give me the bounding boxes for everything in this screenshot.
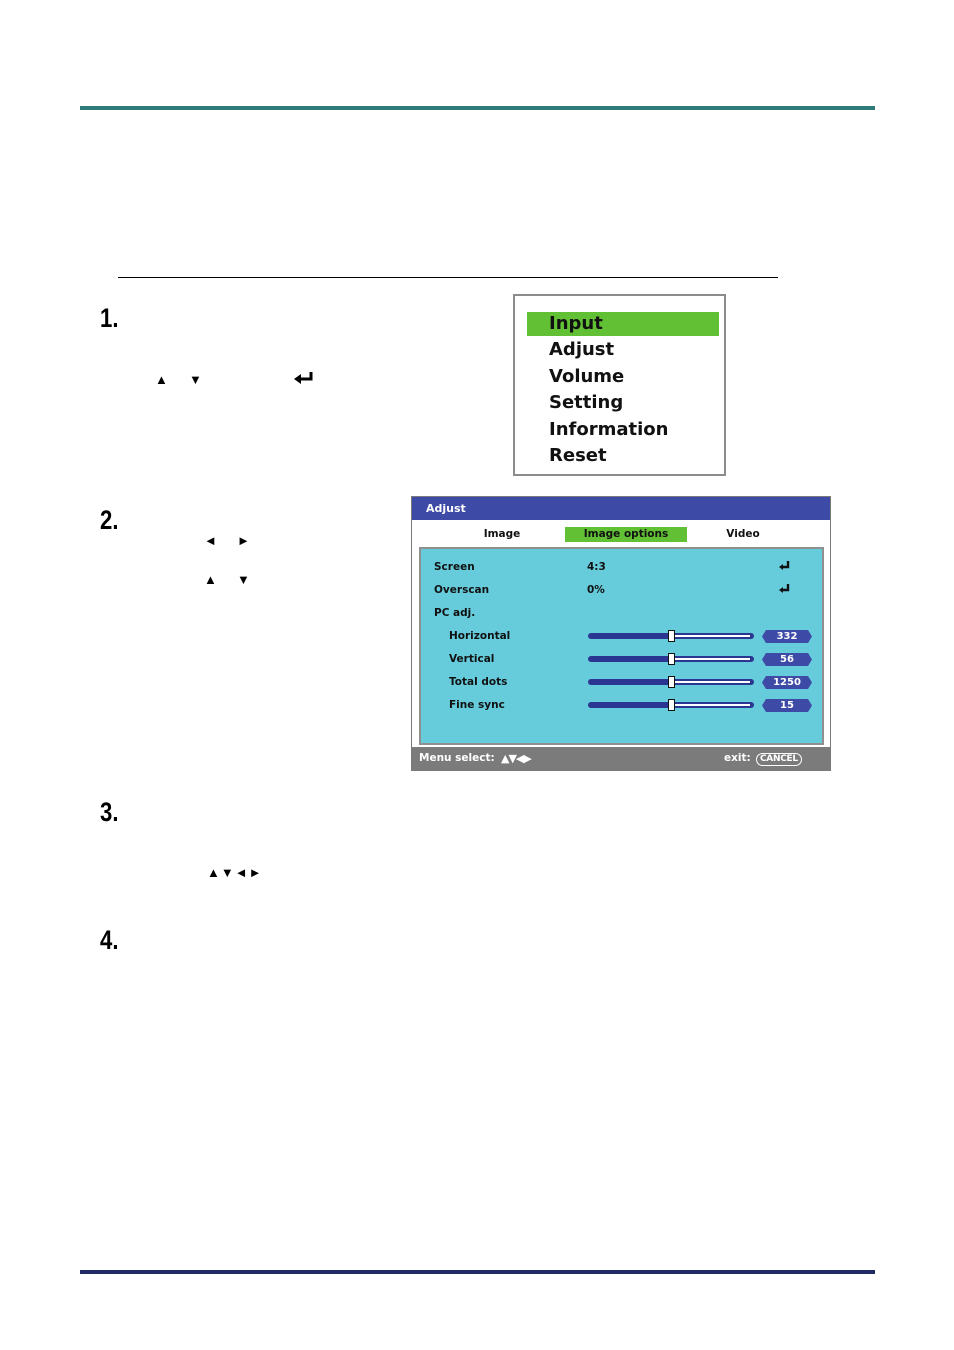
slider-remaining-line <box>675 635 750 637</box>
menu-item-information[interactable]: Information <box>527 418 719 442</box>
slider-track[interactable] <box>588 699 754 711</box>
slider-label[interactable]: Total dots <box>449 675 507 689</box>
step-1-number: 1. <box>100 303 119 333</box>
menu-item-volume[interactable]: Volume <box>527 365 719 389</box>
down-arrow-icon: ▼ <box>189 372 202 387</box>
slider-track[interactable] <box>588 676 754 688</box>
adjust-menu: Adjust Image Image options Video Screen … <box>411 496 831 771</box>
slider-thumb[interactable] <box>668 676 675 688</box>
exit-label: exit: <box>724 752 751 764</box>
slider-remaining-line <box>675 704 750 706</box>
adjust-menu-title: Adjust <box>412 497 830 520</box>
down-arrow-icon: ▼ <box>237 572 250 587</box>
slider-label[interactable]: Horizontal <box>449 629 510 643</box>
slider-value-badge: 1250 <box>762 676 812 689</box>
footer-rule <box>80 1270 875 1274</box>
slider-value-badge: 15 <box>762 699 812 712</box>
step-3-number: 3. <box>100 797 119 827</box>
enter-icon[interactable] <box>779 584 791 594</box>
slider-remaining-line <box>675 658 750 660</box>
menu-select-label: Menu select: <box>419 752 495 764</box>
tab-image-options[interactable]: Image options <box>565 527 687 542</box>
menu-item-setting[interactable]: Setting <box>527 391 719 415</box>
step-4-number: 4. <box>100 925 119 955</box>
cancel-label: CANCEL <box>756 753 802 766</box>
slider-track[interactable] <box>588 630 754 642</box>
main-menu: Input Adjust Volume Setting Information … <box>513 294 726 476</box>
enter-key-icon <box>293 371 315 390</box>
slider-value-badge: 56 <box>762 653 812 666</box>
navigation-arrows-icon: ▲▼◀▶ <box>501 752 532 765</box>
step-2-number: 2. <box>100 505 119 535</box>
up-arrow-icon: ▲ <box>155 372 168 387</box>
header-rule <box>80 106 875 110</box>
slider-thumb[interactable] <box>668 630 675 642</box>
navigation-arrows-icon: ▲▼◄► <box>207 865 263 880</box>
overscan-label[interactable]: Overscan <box>434 583 489 597</box>
overscan-value: 0% <box>587 584 605 596</box>
adjust-footer: Menu select: ▲▼◀▶ exit: CANCEL <box>412 747 830 770</box>
slider-thumb[interactable] <box>668 699 675 711</box>
menu-item-input[interactable]: Input <box>527 312 719 336</box>
adjust-panel: Screen 4:3 Overscan 0% PC adj. Horizonta… <box>419 547 824 745</box>
pc-adj-label: PC adj. <box>434 607 476 619</box>
menu-item-adjust[interactable]: Adjust <box>527 338 719 362</box>
slider-remaining-line <box>675 681 750 683</box>
slider-label[interactable]: Vertical <box>449 652 494 666</box>
cancel-button[interactable]: CANCEL <box>756 747 802 770</box>
screen-value: 4:3 <box>587 561 606 573</box>
left-arrow-icon: ◄ <box>204 533 217 548</box>
menu-item-reset[interactable]: Reset <box>527 444 719 468</box>
slider-value-badge: 332 <box>762 630 812 643</box>
tab-image[interactable]: Image <box>468 527 536 542</box>
enter-icon[interactable] <box>779 561 791 571</box>
slider-label[interactable]: Fine sync <box>449 698 505 712</box>
up-arrow-icon: ▲ <box>204 572 217 587</box>
right-arrow-icon: ► <box>237 533 250 548</box>
tab-video[interactable]: Video <box>712 527 774 542</box>
screen-label[interactable]: Screen <box>434 560 475 574</box>
slider-track[interactable] <box>588 653 754 665</box>
slider-thumb[interactable] <box>668 653 675 665</box>
section-divider <box>118 277 778 278</box>
